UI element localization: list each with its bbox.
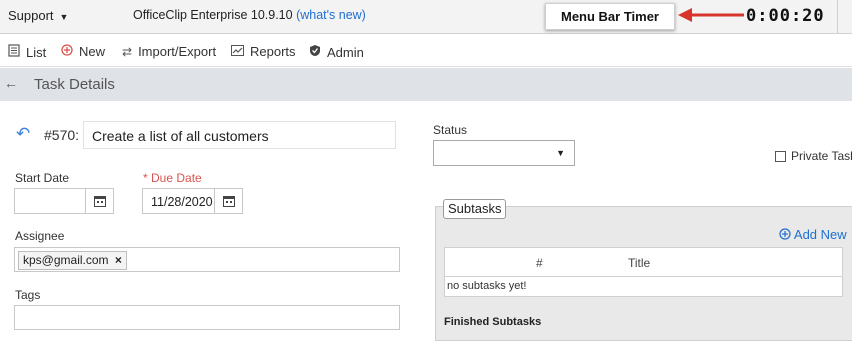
private-task-checkbox[interactable]: Private Task [775, 149, 852, 163]
column-header-title[interactable]: Title [628, 256, 650, 270]
add-new-label: Add New [793, 227, 847, 242]
support-menu[interactable]: Support ▼ [8, 8, 68, 23]
assignee-tag: kps@gmail.com × [18, 251, 127, 270]
remove-icon[interactable]: × [115, 253, 122, 267]
page-header: ← Task Details [0, 68, 852, 101]
subtasks-legend: Subtasks [443, 199, 507, 219]
column-header-number[interactable]: # [536, 256, 543, 270]
assignee-input[interactable]: kps@gmail.com × [14, 247, 400, 272]
toolbar-import-export[interactable]: ⇄ Import/Export [122, 44, 216, 59]
arrow-left-icon [678, 8, 744, 22]
swap-icon: ⇄ [122, 44, 133, 59]
toolbar-reports[interactable]: Reports [231, 44, 296, 59]
toolbar-new[interactable]: New [61, 44, 105, 59]
toolbar-reports-label: Reports [250, 44, 296, 59]
timer-callout: Menu Bar Timer [545, 3, 675, 30]
plus-circle-icon [779, 227, 794, 242]
subtasks-empty-row: no subtasks yet! [444, 277, 843, 297]
tags-input[interactable] [14, 305, 400, 330]
toolbar-list[interactable]: List [8, 44, 46, 60]
top-bar: Support ▼ OfficeClip Enterprise 10.9.10 (… [0, 0, 852, 34]
status-label: Status [433, 123, 468, 137]
calendar-icon[interactable] [214, 189, 242, 213]
tags-label: Tags [15, 288, 41, 302]
due-date-value: 11/28/2020 [151, 195, 213, 209]
add-new-subtask-link[interactable]: Add New [779, 227, 847, 242]
task-name-input[interactable]: Create a list of all customers [83, 121, 396, 149]
checkbox-icon[interactable] [775, 150, 786, 162]
caret-down-icon: ▼ [556, 148, 565, 158]
assignee-tag-label: kps@gmail.com [23, 253, 109, 267]
toolbar-import-export-label: Import/Export [138, 44, 217, 59]
undo-icon[interactable]: ↶ [16, 124, 30, 144]
start-date-input[interactable] [14, 188, 114, 214]
menu-bar-timer[interactable]: 0:00:20 [746, 6, 825, 26]
toolbar-admin[interactable]: Admin [309, 44, 364, 60]
plus-circle-icon [61, 44, 73, 59]
due-date-input[interactable]: 11/28/2020 [142, 188, 243, 214]
list-icon [8, 44, 20, 60]
task-name-value: Create a list of all customers [92, 128, 269, 144]
toolbar-new-label: New [79, 44, 106, 59]
divider [837, 0, 838, 34]
whats-new-link[interactable]: (what's new) [296, 8, 366, 22]
finished-subtasks-label: Finished Subtasks [444, 316, 542, 328]
shield-check-icon [309, 44, 321, 60]
assignee-label: Assignee [15, 229, 65, 243]
task-number: #570: [44, 127, 80, 143]
due-date-label: * Due Date [143, 171, 202, 185]
status-select[interactable]: ▼ [433, 140, 575, 166]
page-title: Task Details [34, 76, 115, 93]
app-title: OfficeClip Enterprise 10.9.10 (what's ne… [133, 8, 366, 22]
app-name: OfficeClip Enterprise 10.9.10 [133, 8, 293, 22]
start-date-label: Start Date [15, 171, 70, 185]
support-label: Support [8, 8, 54, 23]
toolbar-list-label: List [26, 44, 47, 60]
back-arrow-icon[interactable]: ← [4, 75, 18, 91]
subtasks-table-header: # Title [444, 247, 843, 277]
private-task-label: Private Task [791, 149, 852, 163]
calendar-icon[interactable] [85, 189, 113, 213]
toolbar: List New ⇄ Import/Export Reports Admin [0, 35, 852, 67]
caret-down-icon: ▼ [59, 12, 69, 22]
chart-icon [231, 44, 244, 59]
toolbar-admin-label: Admin [327, 44, 364, 60]
